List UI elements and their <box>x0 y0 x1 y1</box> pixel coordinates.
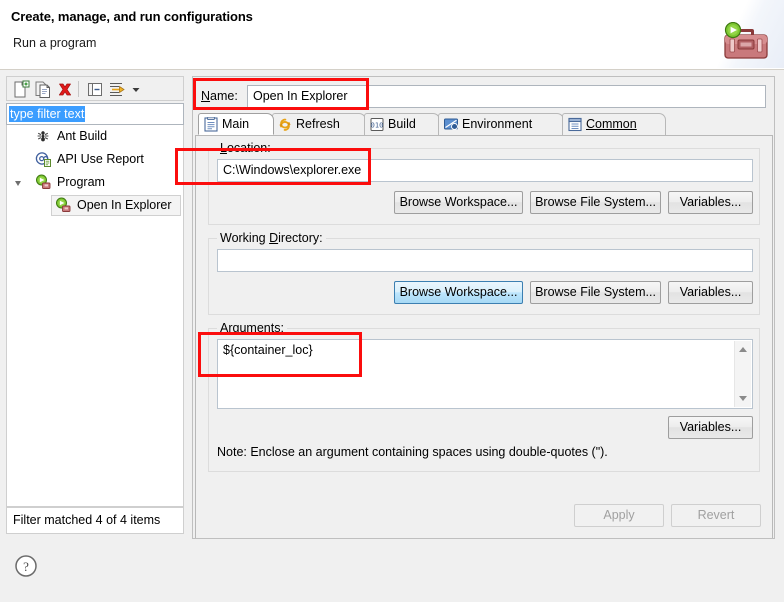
page-subtitle: Run a program <box>13 36 97 50</box>
revert-button[interactable]: Revert <box>671 504 761 527</box>
main-tab-content: Location: C:\Windows\explorer.exe Browse… <box>195 136 773 538</box>
tree-item-label: Program <box>57 175 105 189</box>
workdir-browse-file-system-button[interactable]: Browse File System... <box>530 281 661 304</box>
tab-label: Main <box>222 117 250 131</box>
view-menu-button[interactable] <box>129 80 143 99</box>
tab-label: Build <box>388 117 416 131</box>
environment-tab-icon <box>444 118 458 130</box>
api-use-report-icon <box>35 152 51 167</box>
arguments-group-title: Arguments: <box>217 321 287 335</box>
tree-item-label: Ant Build <box>57 129 108 143</box>
page-title: Create, manage, and run configurations <box>11 9 253 24</box>
tab-common[interactable]: Common <box>562 113 666 135</box>
copy-document-icon <box>35 81 50 98</box>
search-input[interactable]: type filter text <box>6 103 184 125</box>
run-toolbox-icon <box>724 22 768 59</box>
main-tab-icon <box>204 117 218 132</box>
tab-refresh[interactable]: Refresh <box>272 113 366 135</box>
tree-item-label: Open In Explorer <box>77 198 172 212</box>
help-question-icon[interactable]: ? <box>14 554 38 578</box>
location-group: Location: C:\Windows\explorer.exe Browse… <box>208 141 760 225</box>
configuration-editor-panel: Name: Open In Explorer Main Refresh 010 … <box>192 76 775 539</box>
name-row: Name: Open In Explorer <box>201 85 766 109</box>
tab-environment[interactable]: Environment <box>438 113 564 135</box>
tab-build[interactable]: 010 Build <box>364 113 440 135</box>
new-configuration-button[interactable] <box>11 80 31 99</box>
arguments-scrollbar[interactable] <box>734 341 751 407</box>
filter-configurations-button[interactable] <box>107 80 127 99</box>
svg-text:010: 010 <box>371 122 384 130</box>
sidebar-toolbar <box>6 76 184 101</box>
location-browse-workspace-button[interactable]: Browse Workspace... <box>394 191 523 214</box>
workdir-browse-workspace-button[interactable]: Browse Workspace... <box>394 281 523 304</box>
working-directory-input[interactable] <box>217 249 753 272</box>
arguments-variables-button[interactable]: Variables... <box>668 416 753 439</box>
apply-button[interactable]: Apply <box>574 504 664 527</box>
tree-item-label: API Use Report <box>57 152 144 166</box>
tree-item-open-in-explorer[interactable]: Open In Explorer <box>7 194 183 217</box>
program-icon <box>36 174 51 189</box>
arguments-value: ${container_loc} <box>223 343 313 357</box>
filter-arrow-icon <box>110 82 125 97</box>
toolbar-separator <box>78 81 79 97</box>
tab-bar: Main Refresh 010 Build Environment Commo… <box>195 113 773 136</box>
configurations-tree[interactable]: Ant Build API Use Report Program Open In… <box>6 125 184 507</box>
location-variables-button[interactable]: Variables... <box>668 191 753 214</box>
tree-item-program[interactable]: Program <box>7 171 183 194</box>
name-input[interactable]: Open In Explorer <box>247 85 766 108</box>
tree-item-api-use-report[interactable]: API Use Report <box>7 148 183 171</box>
new-document-icon <box>14 80 30 98</box>
ant-build-icon <box>37 131 49 142</box>
search-input-value: type filter text <box>9 106 86 122</box>
filter-status-text: Filter matched 4 of 4 items <box>6 507 184 534</box>
configurations-sidebar: type filter text Ant Build API Use Repor… <box>0 70 186 540</box>
collapse-all-button[interactable] <box>85 80 105 99</box>
workdir-variables-button[interactable]: Variables... <box>668 281 753 304</box>
tab-label: Refresh <box>296 117 340 131</box>
dialog-footer: ? Run Close <box>0 540 784 602</box>
tab-label: Common <box>586 117 637 131</box>
tab-main[interactable]: Main <box>198 113 274 135</box>
scroll-down-arrow-icon[interactable] <box>739 396 747 401</box>
working-directory-group: Working Directory: Browse Workspace... B… <box>208 231 760 315</box>
dialog-header: Create, manage, and run configurations R… <box>0 0 784 70</box>
chevron-down-icon <box>132 88 140 92</box>
location-group-title: Location: <box>217 141 274 155</box>
duplicate-configuration-button[interactable] <box>33 80 53 99</box>
common-tab-icon <box>568 117 582 132</box>
location-input[interactable]: C:\Windows\explorer.exe <box>217 159 753 182</box>
run-configurations-dialog: Create, manage, and run configurations R… <box>0 0 784 602</box>
collapse-all-icon <box>88 83 102 96</box>
working-directory-group-title: Working Directory: <box>217 231 326 245</box>
arguments-note: Note: Enclose an argument containing spa… <box>217 445 608 459</box>
scroll-up-arrow-icon[interactable] <box>739 347 747 352</box>
tab-label: Environment <box>462 117 533 131</box>
tree-item-ant-build[interactable]: Ant Build <box>7 125 183 148</box>
delete-red-x-icon <box>58 83 72 96</box>
program-icon <box>56 197 71 212</box>
location-browse-file-system-button[interactable]: Browse File System... <box>530 191 661 214</box>
header-banner-image <box>692 0 784 68</box>
delete-configuration-button[interactable] <box>55 80 75 99</box>
name-label: Name: <box>201 89 238 103</box>
build-tab-icon: 010 <box>370 118 384 131</box>
svg-text:?: ? <box>23 559 29 574</box>
refresh-tab-icon <box>279 118 291 131</box>
arguments-textarea[interactable]: ${container_loc} <box>217 339 753 409</box>
arguments-group: Arguments: ${container_loc} Variables...… <box>208 321 760 472</box>
expand-collapse-arrow-icon[interactable] <box>15 181 21 189</box>
